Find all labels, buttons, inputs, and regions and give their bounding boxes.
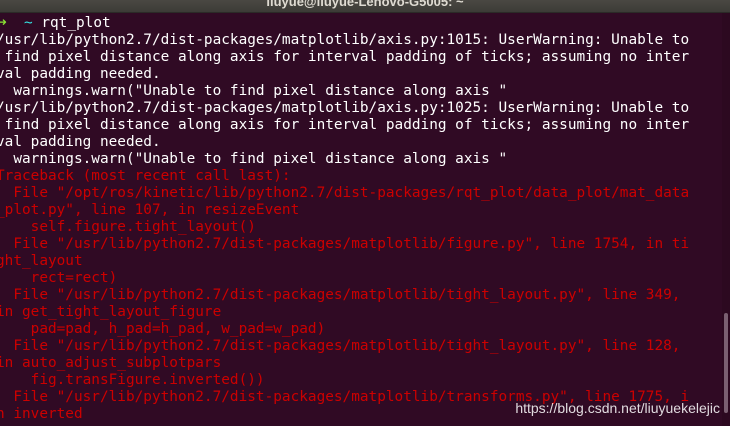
window-titlebar[interactable]: liuyue@liuyue-Lenovo-G5005: ~ xyxy=(0,0,730,13)
traceback-line: File "/opt/ros/kinetic/lib/python2.7/dis… xyxy=(0,185,690,201)
output-line: warnings.warn("Unable to find pixel dist… xyxy=(0,83,508,99)
traceback-line: in get_tight_layout_figure xyxy=(0,304,222,320)
watermark-text: https://blog.csdn.net/liuyuekelejic xyxy=(515,400,720,416)
traceback-line: File "/usr/lib/python2.7/dist-packages/m… xyxy=(0,287,681,303)
scrollbar-thumb[interactable] xyxy=(724,313,728,413)
traceback-line: fig.transFigure.inverted()) xyxy=(0,372,265,388)
traceback-line: in auto_adjust_subplotpars xyxy=(0,355,222,371)
traceback-line: File "/usr/lib/python2.7/dist-packages/m… xyxy=(0,236,690,252)
traceback-line: File "/usr/lib/python2.7/dist-packages/m… xyxy=(0,338,681,354)
terminal-output[interactable]: ➜ ~ rqt_plot /usr/lib/python2.7/dist-pac… xyxy=(0,13,722,426)
traceback-line: ght_layout xyxy=(0,253,83,269)
prompt-arrow-icon: ➜ xyxy=(0,15,7,31)
prompt-command: rqt_plot xyxy=(32,15,111,31)
traceback-line: n inverted xyxy=(0,406,83,422)
output-line: find pixel distance along axis for inter… xyxy=(0,117,690,133)
traceback-line: rect=rect) xyxy=(0,270,118,286)
window-title: liuyue@liuyue-Lenovo-G5005: ~ xyxy=(266,0,464,9)
traceback-line: Traceback (most recent call last): xyxy=(0,168,291,184)
traceback-line: _plot.py", line 107, in resizeEvent xyxy=(0,202,300,218)
terminal-scrollbar[interactable] xyxy=(722,13,730,426)
traceback-line: self.figure.tight_layout() xyxy=(0,219,256,235)
output-line: val padding needed. xyxy=(0,66,161,82)
output-line: val padding needed. xyxy=(0,134,161,150)
output-line: find pixel distance along axis for inter… xyxy=(0,49,690,65)
output-line: /usr/lib/python2.7/dist-packages/matplot… xyxy=(0,32,690,48)
output-line: warnings.warn("Unable to find pixel dist… xyxy=(0,151,508,167)
prompt-directory: ~ xyxy=(24,15,33,31)
traceback-line: pad=pad, h_pad=h_pad, w_pad=w_pad) xyxy=(0,321,326,337)
output-line: /usr/lib/python2.7/dist-packages/matplot… xyxy=(0,100,690,116)
prompt-line: ➜ ~ rqt_plot xyxy=(0,15,111,32)
